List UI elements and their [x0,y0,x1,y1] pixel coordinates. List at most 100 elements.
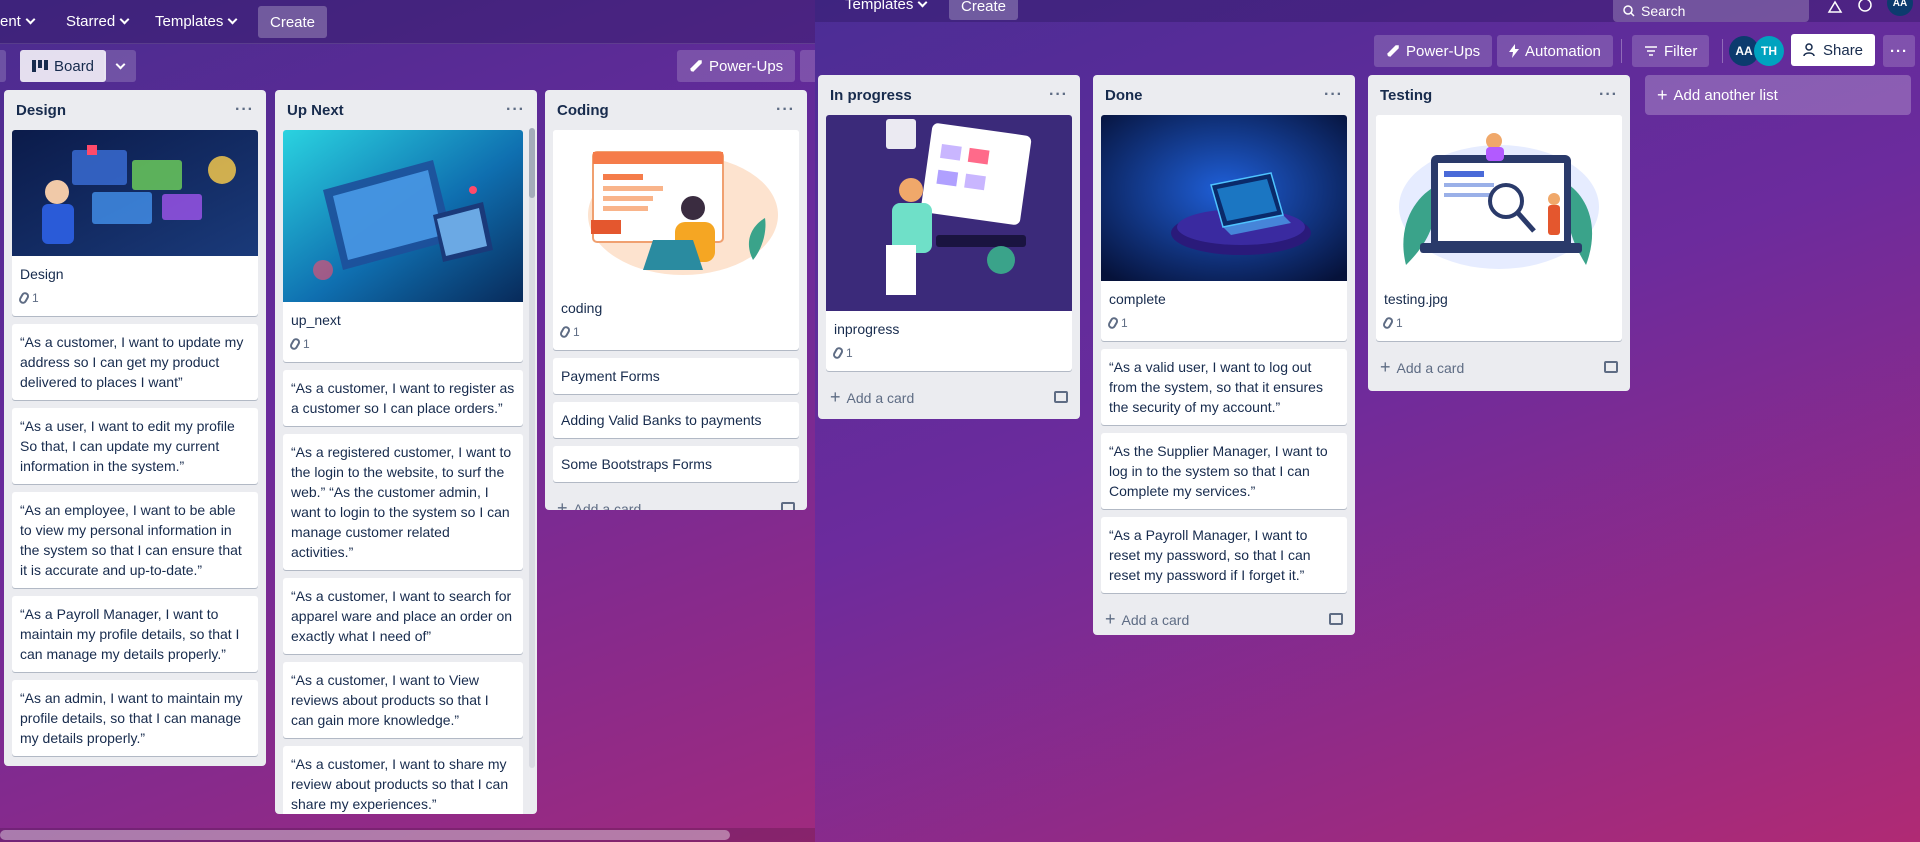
card[interactable]: “As a customer, I want to register as a … [283,370,523,426]
card[interactable]: Adding Valid Banks to payments [553,402,799,438]
automation-button[interactable]: Automation [1497,35,1613,67]
card-template-icon[interactable] [781,502,795,510]
add-card-row: +Add a card [818,379,1080,415]
share-label: Share [1823,41,1864,59]
cover-card-done[interactable]: complete 1 [1101,115,1347,341]
add-another-list-label: Add another list [1673,86,1778,104]
search-input[interactable]: Search [1613,0,1809,22]
nav-starred-menu[interactable]: Starred [66,13,130,30]
add-card-button[interactable]: + Add a card [830,387,914,408]
automation-button-partial[interactable] [800,50,815,82]
list-title[interactable]: Up Next [287,102,344,119]
power-ups-label: Power-Ups [709,57,784,75]
member-avatar[interactable]: TH [1754,36,1784,66]
add-card-row: +Add a card [1368,349,1630,385]
chevron-down-icon [25,14,36,25]
board-menu-button[interactable]: ··· [1883,35,1915,67]
list-menu-icon[interactable]: ··· [235,101,254,119]
card[interactable]: “As an employee, I want to be able to vi… [12,492,258,588]
list-title[interactable]: Design [16,102,66,119]
card-template-icon[interactable] [1329,613,1343,625]
attachment-badge: 1 [12,286,258,316]
add-card-button[interactable]: + Add a card [557,498,641,511]
paperclip-icon [831,345,845,361]
plus-icon: + [830,386,841,407]
card[interactable]: “As a valid user, I want to log out from… [1101,349,1347,425]
list-scroll-thumb[interactable] [529,128,535,198]
paperclip-icon [1381,315,1395,331]
list-menu-icon[interactable]: ··· [1324,86,1343,104]
cover-card-up-next[interactable]: up_next 1 [283,130,523,362]
list-title[interactable]: Done [1105,87,1143,104]
create-button[interactable]: Create [949,0,1019,20]
list-title[interactable]: In progress [830,87,912,104]
list-coding: Coding ··· coding 1 Payment Forms Adding… [545,90,807,510]
card[interactable]: “As a Payroll Manager, I want to reset m… [1101,517,1347,593]
create-button[interactable]: Create [258,6,328,38]
card[interactable]: “As a Payroll Manager, I want to maintai… [12,596,258,672]
card[interactable]: “As a customer, I want to share my revie… [283,746,523,814]
plus-icon: + [1380,356,1391,377]
card[interactable]: “As a customer, I want to update my addr… [12,324,258,400]
filter-button[interactable]: Filter [1632,35,1710,67]
board-icon [32,60,48,72]
list-menu-icon[interactable]: ··· [1599,86,1618,104]
notifications-icon[interactable] [1827,0,1843,14]
search-icon [1623,5,1635,17]
list-scrollbar[interactable] [529,128,535,768]
card[interactable]: “As a user, I want to edit my profile So… [12,408,258,484]
share-button[interactable]: Share [1791,34,1876,66]
attachment-badge: 1 [553,320,799,350]
add-card-row: +Add a card [4,764,266,766]
nav-recent-menu[interactable]: ent [0,13,36,30]
power-ups-button[interactable]: Power-Ups [677,50,796,82]
card[interactable]: Payment Forms [553,358,799,394]
card-template-icon[interactable] [1604,361,1618,373]
list-title[interactable]: Testing [1380,87,1432,104]
right-board-pane: Templates Create Search AA Power-Ups Aut… [815,0,1920,842]
card[interactable]: “As the Supplier Manager, I want to log … [1101,433,1347,509]
help-icon[interactable] [1857,0,1873,14]
view-switcher-button[interactable] [104,50,136,82]
nav-templates-label: Templates [845,0,914,13]
nav-templates-menu[interactable]: Templates [845,0,928,13]
power-ups-button[interactable]: Power-Ups [1374,35,1493,67]
nav-templates-label: Templates [155,13,224,30]
cover-card-in-progress[interactable]: inprogress 1 [826,115,1072,371]
card-title: up_next [291,312,341,328]
card-template-icon[interactable] [1054,391,1068,403]
add-card-button[interactable]: + Add a card [1105,609,1189,630]
filter-label: Filter [1664,42,1698,60]
board-scroll-thumb[interactable] [0,830,730,840]
list-menu-icon[interactable]: ··· [776,101,795,119]
card[interactable]: “As a registered customer, I want to the… [283,434,523,570]
list-header: Design ··· [4,90,266,130]
card[interactable]: “As a customer, I want to View reviews a… [283,662,523,738]
add-card-button[interactable]: + Add a card [1380,357,1464,378]
list-in-progress: In progress ··· inprogress 1 + Add a car… [818,75,1080,419]
search-placeholder: Search [1641,3,1686,19]
account-avatar[interactable]: AA [1887,0,1913,16]
list-header: Testing ··· [1368,75,1630,115]
divider [1621,39,1622,63]
chevron-down-icon [227,14,238,25]
more-icon: ··· [1890,42,1908,60]
cover-image [1376,115,1622,281]
card[interactable]: “As a customer, I want to search for app… [283,578,523,654]
nav-templates-menu[interactable]: Templates [155,13,238,30]
list-menu-icon[interactable]: ··· [506,101,525,119]
card-title: coding [561,300,603,316]
plus-icon: + [1105,608,1116,629]
list-header: In progress ··· [818,75,1080,115]
card[interactable]: Some Bootstraps Forms [553,446,799,482]
board-view-button[interactable]: Board [20,50,107,82]
list-title[interactable]: Coding [557,102,609,119]
list-testing: Testing ··· testing.jpg 1 + Add a card [1368,75,1630,391]
cover-card-testing[interactable]: testing.jpg 1 [1376,115,1622,341]
board-horizontal-scrollbar[interactable] [0,828,815,842]
add-another-list-button[interactable]: + Add another list [1645,75,1911,115]
cover-card-design[interactable]: Design 1 [12,130,258,316]
list-menu-icon[interactable]: ··· [1049,86,1068,104]
card[interactable]: “As an admin, I want to maintain my prof… [12,680,258,756]
cover-card-coding[interactable]: coding 1 [553,130,799,350]
